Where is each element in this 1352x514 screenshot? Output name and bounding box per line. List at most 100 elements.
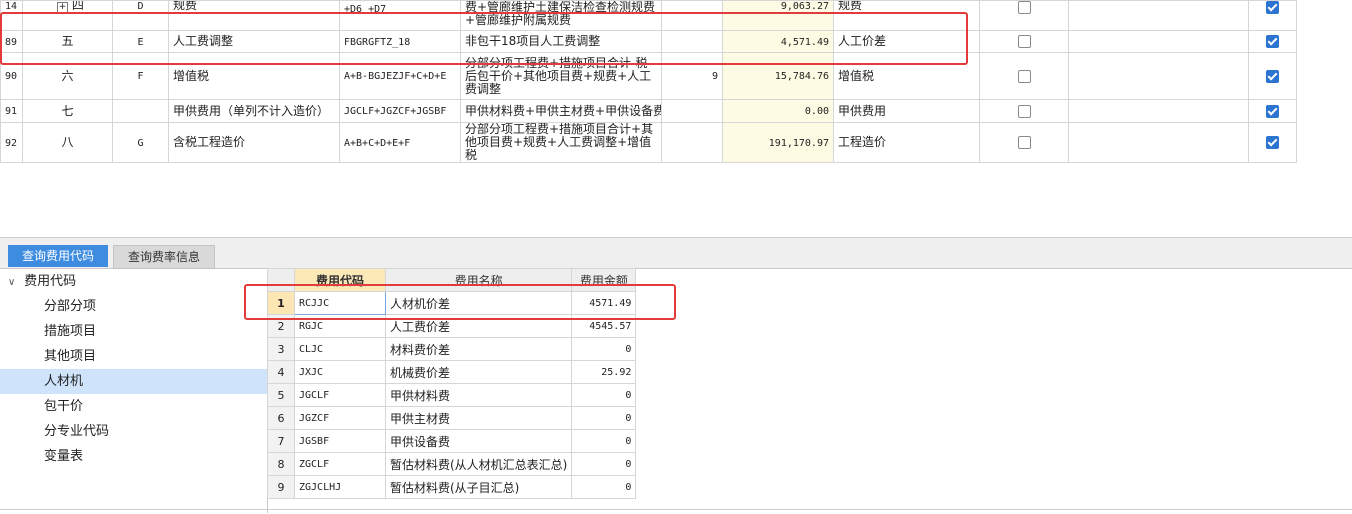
- enabled-cell[interactable]: [1248, 52, 1297, 100]
- code-cell[interactable]: [112, 99, 169, 123]
- tree-item-lump-sum[interactable]: 包干价: [0, 394, 267, 419]
- seq-cell[interactable]: 七: [22, 99, 113, 123]
- row-checkbox[interactable]: [1017, 69, 1031, 83]
- name-cell[interactable]: 材料费价差: [384, 337, 573, 361]
- name-cell[interactable]: 甲供材料费: [384, 383, 573, 407]
- row-checkbox[interactable]: [1017, 35, 1031, 48]
- base-cell[interactable]: 分部分项工程费+措施项目合计+其他项目费+规费+人工费调整+增值税: [460, 122, 662, 163]
- name-cell[interactable]: 人材机价差: [384, 291, 573, 315]
- rate-cell[interactable]: [661, 122, 723, 163]
- seq-cell[interactable]: 八: [22, 122, 113, 163]
- table-row[interactable]: 1 RCJJC 人材机价差 4571.49: [267, 291, 637, 315]
- table-row[interactable]: 8 ZGCLF 暂估材料费(从人材机汇总表汇总) 0: [267, 452, 637, 476]
- row-checkbox[interactable]: [1017, 104, 1031, 118]
- table-row[interactable]: 2 RGJC 人工费价差 4545.57: [267, 314, 637, 338]
- name-cell[interactable]: 规费: [168, 0, 340, 31]
- name-cell[interactable]: 增值税: [168, 52, 340, 100]
- tab-query-fee-code[interactable]: 查询费用代码: [8, 245, 109, 267]
- flag-cell[interactable]: [979, 30, 1069, 53]
- seq-cell[interactable]: 六: [22, 52, 113, 100]
- code-cell[interactable]: RGJC: [294, 314, 386, 338]
- enabled-checkbox[interactable]: [1266, 1, 1279, 14]
- formula-cell[interactable]: JGCLF+JGZCF+JGSBF: [339, 99, 461, 123]
- code-cell[interactable]: JXJC: [294, 360, 386, 384]
- code-cell[interactable]: G: [112, 122, 169, 163]
- enabled-cell[interactable]: [1248, 0, 1297, 31]
- remark-cell[interactable]: [1068, 0, 1249, 31]
- row-checkbox[interactable]: [1017, 136, 1031, 149]
- flag-cell[interactable]: [979, 99, 1069, 123]
- code-cell[interactable]: ZGCLF: [294, 452, 386, 476]
- tree-item-labor-material-machine[interactable]: 人材机: [0, 369, 267, 394]
- type-cell[interactable]: 工程造价: [833, 122, 980, 163]
- tree-root-fee-code[interactable]: ∨ 费用代码: [0, 269, 267, 294]
- tree-item-measures[interactable]: 措施项目: [0, 319, 267, 344]
- table-row[interactable]: 7 JGSBF 甲供设备费 0: [267, 429, 637, 453]
- enabled-cell[interactable]: [1248, 30, 1297, 53]
- flag-cell[interactable]: [979, 122, 1069, 163]
- type-cell[interactable]: 规费: [833, 0, 980, 31]
- column-header-name[interactable]: 费用名称: [384, 268, 573, 292]
- enabled-checkbox[interactable]: [1266, 35, 1279, 48]
- tree-item-fenbu[interactable]: 分部分项: [0, 294, 267, 319]
- type-cell[interactable]: 甲供费用: [833, 99, 980, 123]
- table-row[interactable]: 6 JGZCF 甲供主材费 0: [267, 406, 637, 430]
- name-cell[interactable]: 暂估材料费(从人材机汇总表汇总): [384, 452, 573, 476]
- code-cell[interactable]: RCJJC: [294, 291, 386, 315]
- name-cell[interactable]: 含税工程造价: [168, 122, 340, 163]
- seq-cell[interactable]: 五: [22, 30, 113, 53]
- table-row[interactable]: 9 ZGJCLHJ 暂估材料费(从子目汇总) 0: [267, 475, 637, 499]
- rate-cell[interactable]: 9: [661, 52, 723, 100]
- tree-item-variables[interactable]: 变量表: [0, 444, 267, 469]
- row-checkbox[interactable]: [1017, 1, 1031, 14]
- enabled-checkbox[interactable]: [1266, 136, 1279, 149]
- column-header-code[interactable]: 费用代码: [294, 268, 386, 292]
- name-cell[interactable]: 暂估材料费(从子目汇总): [384, 475, 573, 499]
- flag-cell[interactable]: [979, 52, 1069, 100]
- tree-item-other[interactable]: 其他项目: [0, 344, 267, 369]
- enabled-checkbox[interactable]: [1266, 104, 1279, 118]
- base-cell[interactable]: 非包干18项目人工费调整: [460, 30, 662, 53]
- rate-cell[interactable]: [661, 30, 723, 53]
- table-row[interactable]: 90 六 F 增值税 A+B-BGJEZJF+C+D+E 分部分项工程费+措施项…: [0, 52, 1297, 100]
- name-cell[interactable]: 人工费价差: [384, 314, 573, 338]
- rate-cell[interactable]: [661, 99, 723, 123]
- table-row[interactable]: 89 五 E 人工费调整 FBGRGFTZ_18 非包干18项目人工费调整 4,…: [0, 30, 1297, 53]
- flag-cell[interactable]: [979, 0, 1069, 31]
- tab-query-rate-info[interactable]: 查询费率信息: [113, 245, 216, 269]
- name-cell[interactable]: 甲供设备费: [384, 429, 573, 453]
- code-cell[interactable]: JGSBF: [294, 429, 386, 453]
- tree-item-specialty-code[interactable]: 分专业代码: [0, 419, 267, 444]
- remark-cell[interactable]: [1068, 99, 1249, 123]
- remark-cell[interactable]: [1068, 52, 1249, 100]
- code-cell[interactable]: ZGJCLHJ: [294, 475, 386, 499]
- column-header-amount[interactable]: 费用金额: [571, 268, 637, 292]
- rate-cell[interactable]: [661, 0, 723, 31]
- code-cell[interactable]: D: [112, 0, 169, 31]
- type-cell[interactable]: 人工价差: [833, 30, 980, 53]
- enabled-cell[interactable]: [1248, 99, 1297, 123]
- formula-cell[interactable]: A+B-BGJEZJF+C+D+E: [339, 52, 461, 100]
- code-cell[interactable]: JGZCF: [294, 406, 386, 430]
- collapse-caret-icon[interactable]: ∨: [8, 270, 20, 295]
- name-cell[interactable]: 人工费调整: [168, 30, 340, 53]
- base-cell[interactable]: 分部分项工程费+措施项目合计-税后包干价+其他项目费+规费+人工费调整: [460, 52, 662, 100]
- enabled-cell[interactable]: [1248, 122, 1297, 163]
- expand-toggle-icon[interactable]: +: [57, 2, 69, 13]
- type-cell[interactable]: 增值税: [833, 52, 980, 100]
- base-cell[interactable]: 甲供材料费+甲供主材费+甲供设备费: [460, 99, 662, 123]
- code-cell[interactable]: E: [112, 30, 169, 53]
- table-row[interactable]: 3 CLJC 材料费价差 0: [267, 337, 637, 361]
- remark-cell[interactable]: [1068, 30, 1249, 53]
- formula-cell[interactable]: FBGRGFTZ_18: [339, 30, 461, 53]
- code-cell[interactable]: JGCLF: [294, 383, 386, 407]
- enabled-checkbox[interactable]: [1266, 69, 1279, 83]
- name-cell[interactable]: 机械费价差: [384, 360, 573, 384]
- code-cell[interactable]: F: [112, 52, 169, 100]
- remark-cell[interactable]: [1068, 122, 1249, 163]
- table-row[interactable]: 92 八 G 含税工程造价 A+B+C+D+E+F 分部分项工程费+措施项目合计…: [0, 122, 1297, 163]
- name-cell[interactable]: 甲供主材费: [384, 406, 573, 430]
- base-cell[interactable]: 费+管廊维护土建保洁检查检测规费+管廊维护附属规费: [460, 0, 662, 31]
- formula-cell[interactable]: A+B+C+D+E+F: [339, 122, 461, 163]
- name-cell[interactable]: 甲供费用（单列不计入造价）: [168, 99, 340, 123]
